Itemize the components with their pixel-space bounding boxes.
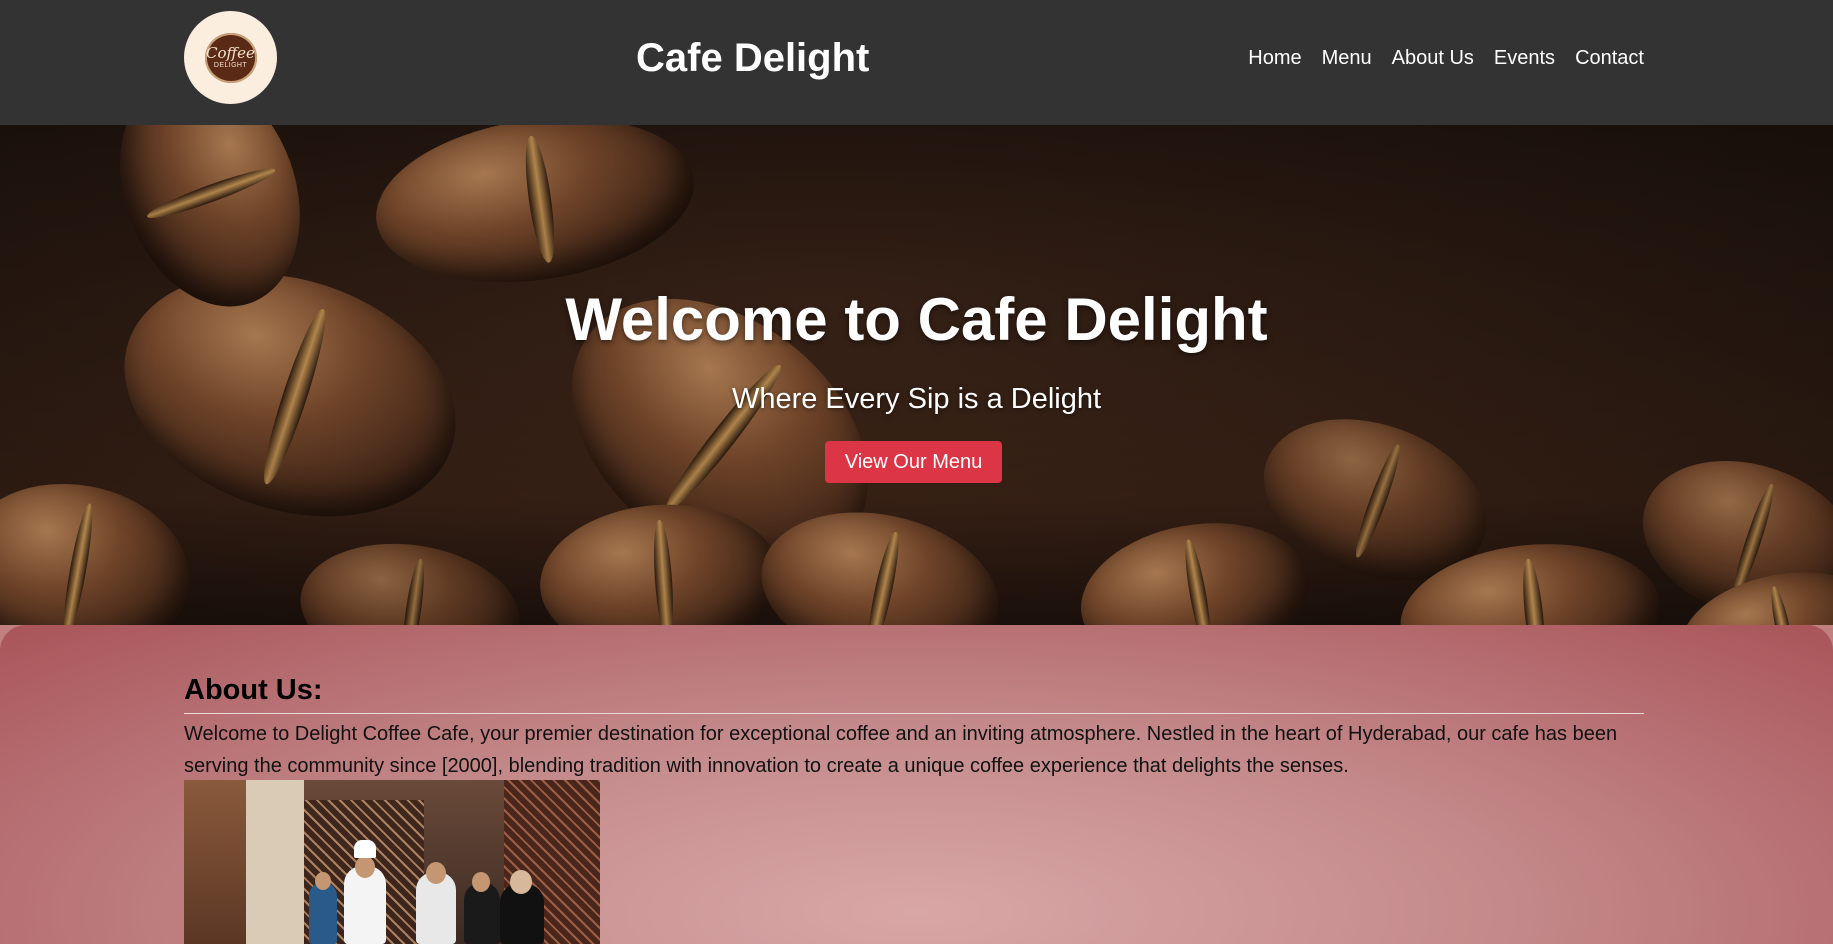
photo-wall xyxy=(246,780,304,944)
hero-title: Welcome to Cafe Delight xyxy=(565,286,1268,353)
logo-text-line1: Coffee xyxy=(206,43,255,62)
about-heading: About Us: xyxy=(184,674,323,706)
cafe-team-photo xyxy=(184,780,600,944)
nav-link-events[interactable]: Events xyxy=(1494,46,1555,70)
about-section: About Us: Welcome to Delight Coffee Cafe… xyxy=(0,625,1833,944)
nav-link-menu[interactable]: Menu xyxy=(1322,46,1372,70)
coffee-bean-image xyxy=(292,530,528,625)
cafe-logo[interactable]: Coffee DELIGHT xyxy=(184,11,277,104)
photo-wood-panel xyxy=(184,780,246,944)
photo-person xyxy=(309,882,337,944)
photo-person-head xyxy=(472,872,490,892)
nav-link-home[interactable]: Home xyxy=(1248,46,1301,70)
hero-subtitle: Where Every Sip is a Delight xyxy=(731,383,1102,415)
view-menu-button[interactable]: View Our Menu xyxy=(825,441,1002,483)
nav-link-contact[interactable]: Contact xyxy=(1575,46,1644,70)
photo-person-head xyxy=(315,872,331,890)
hero-section: Welcome to Cafe Delight Where Every Sip … xyxy=(0,125,1833,625)
main-nav: Home Menu About Us Events Contact xyxy=(1248,46,1644,70)
photo-person-head xyxy=(426,862,446,884)
photo-person-head xyxy=(355,856,375,878)
coffee-bean-image xyxy=(365,125,705,302)
about-text: Welcome to Delight Coffee Cafe, your pre… xyxy=(184,723,1618,777)
about-divider xyxy=(184,713,1644,714)
chef-hat xyxy=(354,840,376,858)
coffee-bean-image xyxy=(0,466,204,625)
site-header: Coffee DELIGHT Cafe Delight Home Menu Ab… xyxy=(0,0,1833,125)
logo-text-line2: DELIGHT xyxy=(213,61,248,69)
photo-person-head xyxy=(510,870,532,894)
site-title: Cafe Delight xyxy=(636,36,870,80)
logo-badge: Coffee DELIGHT xyxy=(204,32,257,83)
nav-link-about-us[interactable]: About Us xyxy=(1392,46,1474,70)
